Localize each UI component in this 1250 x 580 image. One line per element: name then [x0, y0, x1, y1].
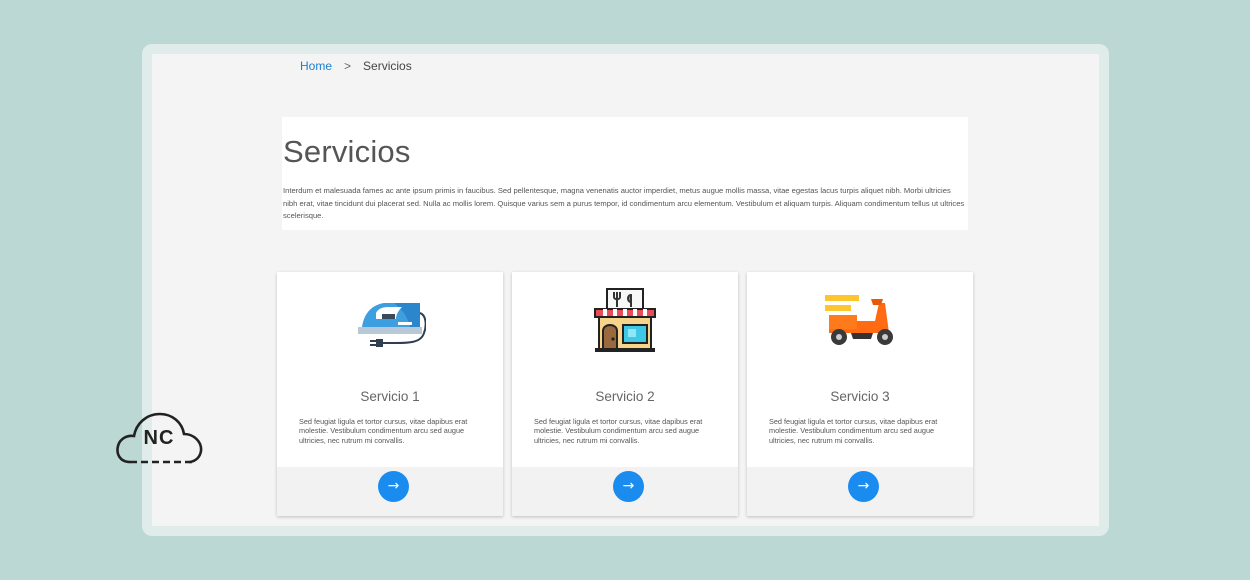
service-1-arrow-button[interactable]: →	[378, 471, 409, 502]
page-viewport: Home > Servicios Servicios Interdum et m…	[152, 54, 1099, 526]
logo-text: NC	[143, 426, 175, 449]
service-title: Servicio 1	[360, 389, 420, 404]
service-3-arrow-button[interactable]: →	[848, 471, 879, 502]
service-text: Sed feugiat ligula et tortor cursus, vit…	[299, 417, 468, 445]
cloud-logo-icon: NC	[114, 406, 204, 468]
service-card-1: Servicio 1 Sed feugiat ligula et tortor …	[277, 272, 503, 516]
scooter-delivery-icon	[747, 286, 973, 356]
service-2-arrow-button[interactable]: →	[613, 471, 644, 502]
service-text: Sed feugiat ligula et tortor cursus, vit…	[769, 417, 938, 445]
card-footer: →	[277, 467, 503, 516]
breadcrumb-separator: >	[344, 59, 352, 73]
intro-text: Interdum et malesuada fames ac ante ipsu…	[283, 186, 965, 221]
service-text: Sed feugiat ligula et tortor cursus, vit…	[534, 417, 703, 445]
breadcrumb-current: Servicios	[363, 59, 412, 73]
intro-section: Servicios Interdum et malesuada fames ac…	[282, 117, 968, 230]
breadcrumb: Home > Servicios	[300, 59, 412, 73]
service-title: Servicio 2	[595, 389, 655, 404]
service-card-2: Servicio 2 Sed feugiat ligula et tortor …	[512, 272, 738, 516]
service-title: Servicio 3	[830, 389, 890, 404]
restaurant-store-icon	[512, 286, 738, 356]
service-card-3: Servicio 3 Sed feugiat ligula et tortor …	[747, 272, 973, 516]
card-footer: →	[512, 467, 738, 516]
breadcrumb-home-link[interactable]: Home	[300, 59, 332, 73]
page-title: Servicios	[283, 134, 411, 169]
card-footer: →	[747, 467, 973, 516]
iron-icon	[277, 286, 503, 356]
